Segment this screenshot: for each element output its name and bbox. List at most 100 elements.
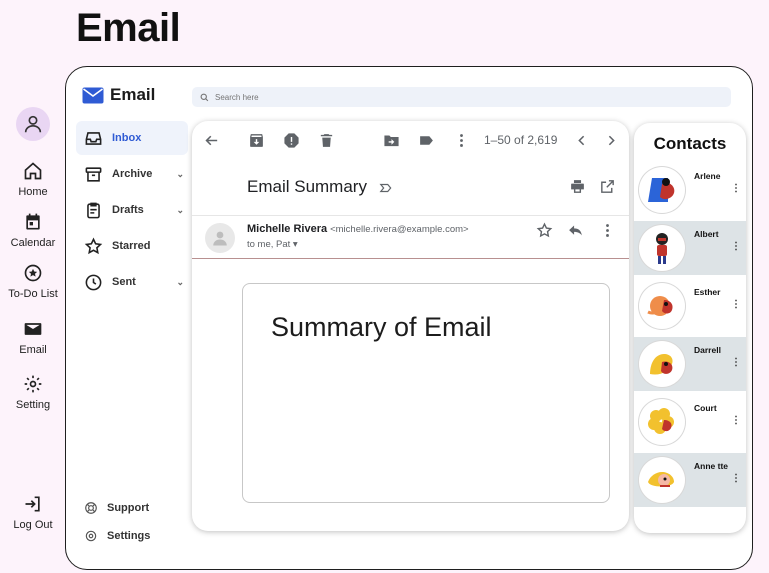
next-page-button[interactable] — [602, 131, 620, 149]
user-avatar[interactable] — [16, 107, 50, 141]
contact-item[interactable]: Albert ⋮ — [634, 221, 746, 275]
logout-label: Log Out — [13, 519, 53, 531]
nav-email[interactable]: Email — [0, 319, 66, 356]
contact-avatar — [639, 225, 685, 271]
nav-todo-label: To-Do List — [8, 288, 58, 300]
logout-button[interactable]: Log Out — [0, 494, 66, 531]
app-brand-label: Email — [110, 85, 156, 104]
folder-inbox[interactable]: Inbox — [76, 121, 188, 155]
message-subject: Email Summary — [247, 177, 367, 196]
folder-starred-label: Starred — [112, 240, 151, 252]
more-vertical-icon[interactable]: ⋮ — [731, 241, 741, 252]
nav-calendar[interactable]: Calendar — [0, 212, 66, 249]
nav-email-label: Email — [19, 344, 47, 356]
open-new-window-button[interactable] — [598, 177, 616, 195]
folder-archive-label: Archive — [112, 168, 153, 180]
sender-avatar[interactable] — [205, 223, 235, 253]
external-link-icon — [600, 179, 614, 193]
nav-home[interactable]: Home — [0, 161, 66, 198]
archive-down-icon — [249, 133, 263, 147]
contact-name: Anne tte — [694, 461, 728, 471]
support-link[interactable]: Support — [84, 501, 149, 515]
star-circle-icon — [24, 264, 42, 282]
home-icon — [24, 162, 42, 180]
folder-drafts[interactable]: Drafts ⌄ — [76, 193, 188, 227]
contact-item[interactable]: Darrell ⋮ — [634, 337, 746, 391]
archive-button[interactable] — [247, 131, 265, 149]
mail-icon — [24, 323, 42, 335]
reply-button[interactable] — [566, 221, 584, 239]
label-button[interactable] — [417, 131, 435, 149]
folder-drafts-label: Drafts — [112, 204, 144, 216]
inbox-icon — [85, 131, 102, 145]
contact-name: Arlene — [694, 171, 721, 181]
message-more-button[interactable] — [598, 221, 616, 239]
sender-row: Michelle Rivera <michelle.rivera@example.… — [192, 215, 629, 259]
search-bar[interactable] — [192, 87, 731, 107]
contact-item[interactable]: Anne tte ⋮ — [634, 453, 746, 507]
support-label: Support — [107, 502, 150, 514]
chevron-down-icon[interactable]: ⌄ — [176, 277, 184, 288]
more-options-button[interactable] — [452, 131, 470, 149]
avatar-illustration — [656, 233, 668, 264]
more-vertical-icon[interactable]: ⋮ — [731, 473, 741, 484]
star-outline-icon — [536, 221, 552, 237]
clock-icon — [85, 274, 102, 290]
prev-page-button[interactable] — [572, 131, 590, 149]
report-spam-button[interactable] — [282, 131, 300, 149]
avatar-illustration — [648, 472, 674, 487]
nav-setting-label: Setting — [15, 399, 51, 411]
chevron-down-icon[interactable]: ⌄ — [176, 169, 184, 180]
more-vertical-icon[interactable]: ⋮ — [731, 415, 741, 426]
folder-starred[interactable]: Starred — [76, 229, 188, 263]
person-icon — [24, 115, 42, 133]
star-button[interactable] — [535, 221, 553, 239]
delete-button[interactable] — [317, 131, 335, 149]
back-button[interactable] — [202, 131, 220, 149]
avatar-illustration — [648, 178, 675, 202]
folder-inbox-label: Inbox — [112, 132, 142, 144]
contact-avatar — [639, 457, 685, 503]
sender-email: <michelle.rivera@example.com> — [330, 224, 469, 235]
move-to-button[interactable] — [382, 131, 400, 149]
more-vertical-icon[interactable]: ⋮ — [731, 183, 741, 194]
contact-name: Darrell — [694, 345, 721, 355]
message-view: 1–50 of 2,619 Email Summary Michelle Riv… — [192, 121, 629, 531]
more-vertical-icon[interactable]: ⋮ — [731, 299, 741, 310]
nav-calendar-label: Calendar — [10, 237, 56, 249]
folder-sent[interactable]: Sent ⌄ — [76, 265, 188, 299]
arrow-left-icon — [204, 135, 217, 145]
clipboard-icon — [87, 202, 100, 218]
chevron-down-icon[interactable]: ⌄ — [176, 205, 184, 216]
nav-todo[interactable]: To-Do List — [0, 263, 66, 300]
gear-icon — [24, 375, 42, 393]
app-brand: Email — [82, 85, 155, 105]
nav-setting[interactable]: Setting — [0, 374, 66, 411]
recipients[interactable]: to me, Pat ▾ — [247, 239, 298, 250]
message-body: Summary of Email — [242, 283, 610, 503]
contact-avatar — [639, 341, 685, 387]
contact-item[interactable]: Court ⋮ — [634, 395, 746, 449]
avatar-illustration — [648, 408, 674, 434]
nav-home-label: Home — [18, 186, 48, 198]
printer-icon — [570, 179, 584, 193]
contact-item[interactable]: Esther ⋮ — [634, 279, 746, 333]
contact-item[interactable]: Arlene ⋮ — [634, 163, 746, 217]
logout-icon — [25, 496, 40, 512]
contacts-panel: Contacts Arlene ⋮ Albert ⋮ Esther ⋮ Darr… — [634, 123, 746, 533]
print-button[interactable] — [568, 177, 586, 195]
page-title: Email — [76, 6, 181, 50]
label-icon — [419, 135, 433, 145]
contacts-title: Contacts — [653, 134, 727, 153]
important-marker-icon[interactable] — [379, 181, 393, 195]
more-vertical-icon — [459, 133, 463, 147]
reply-icon — [568, 225, 582, 235]
chevron-left-icon — [577, 135, 584, 145]
message-body-title: Summary of Email — [271, 312, 492, 342]
search-input[interactable] — [215, 92, 615, 102]
folder-archive[interactable]: Archive ⌄ — [76, 157, 188, 191]
more-vertical-icon[interactable]: ⋮ — [731, 357, 741, 368]
folder-move-icon — [383, 135, 399, 146]
sender-info: Michelle Rivera <michelle.rivera@example.… — [247, 223, 469, 235]
settings-link[interactable]: Settings — [84, 529, 150, 543]
